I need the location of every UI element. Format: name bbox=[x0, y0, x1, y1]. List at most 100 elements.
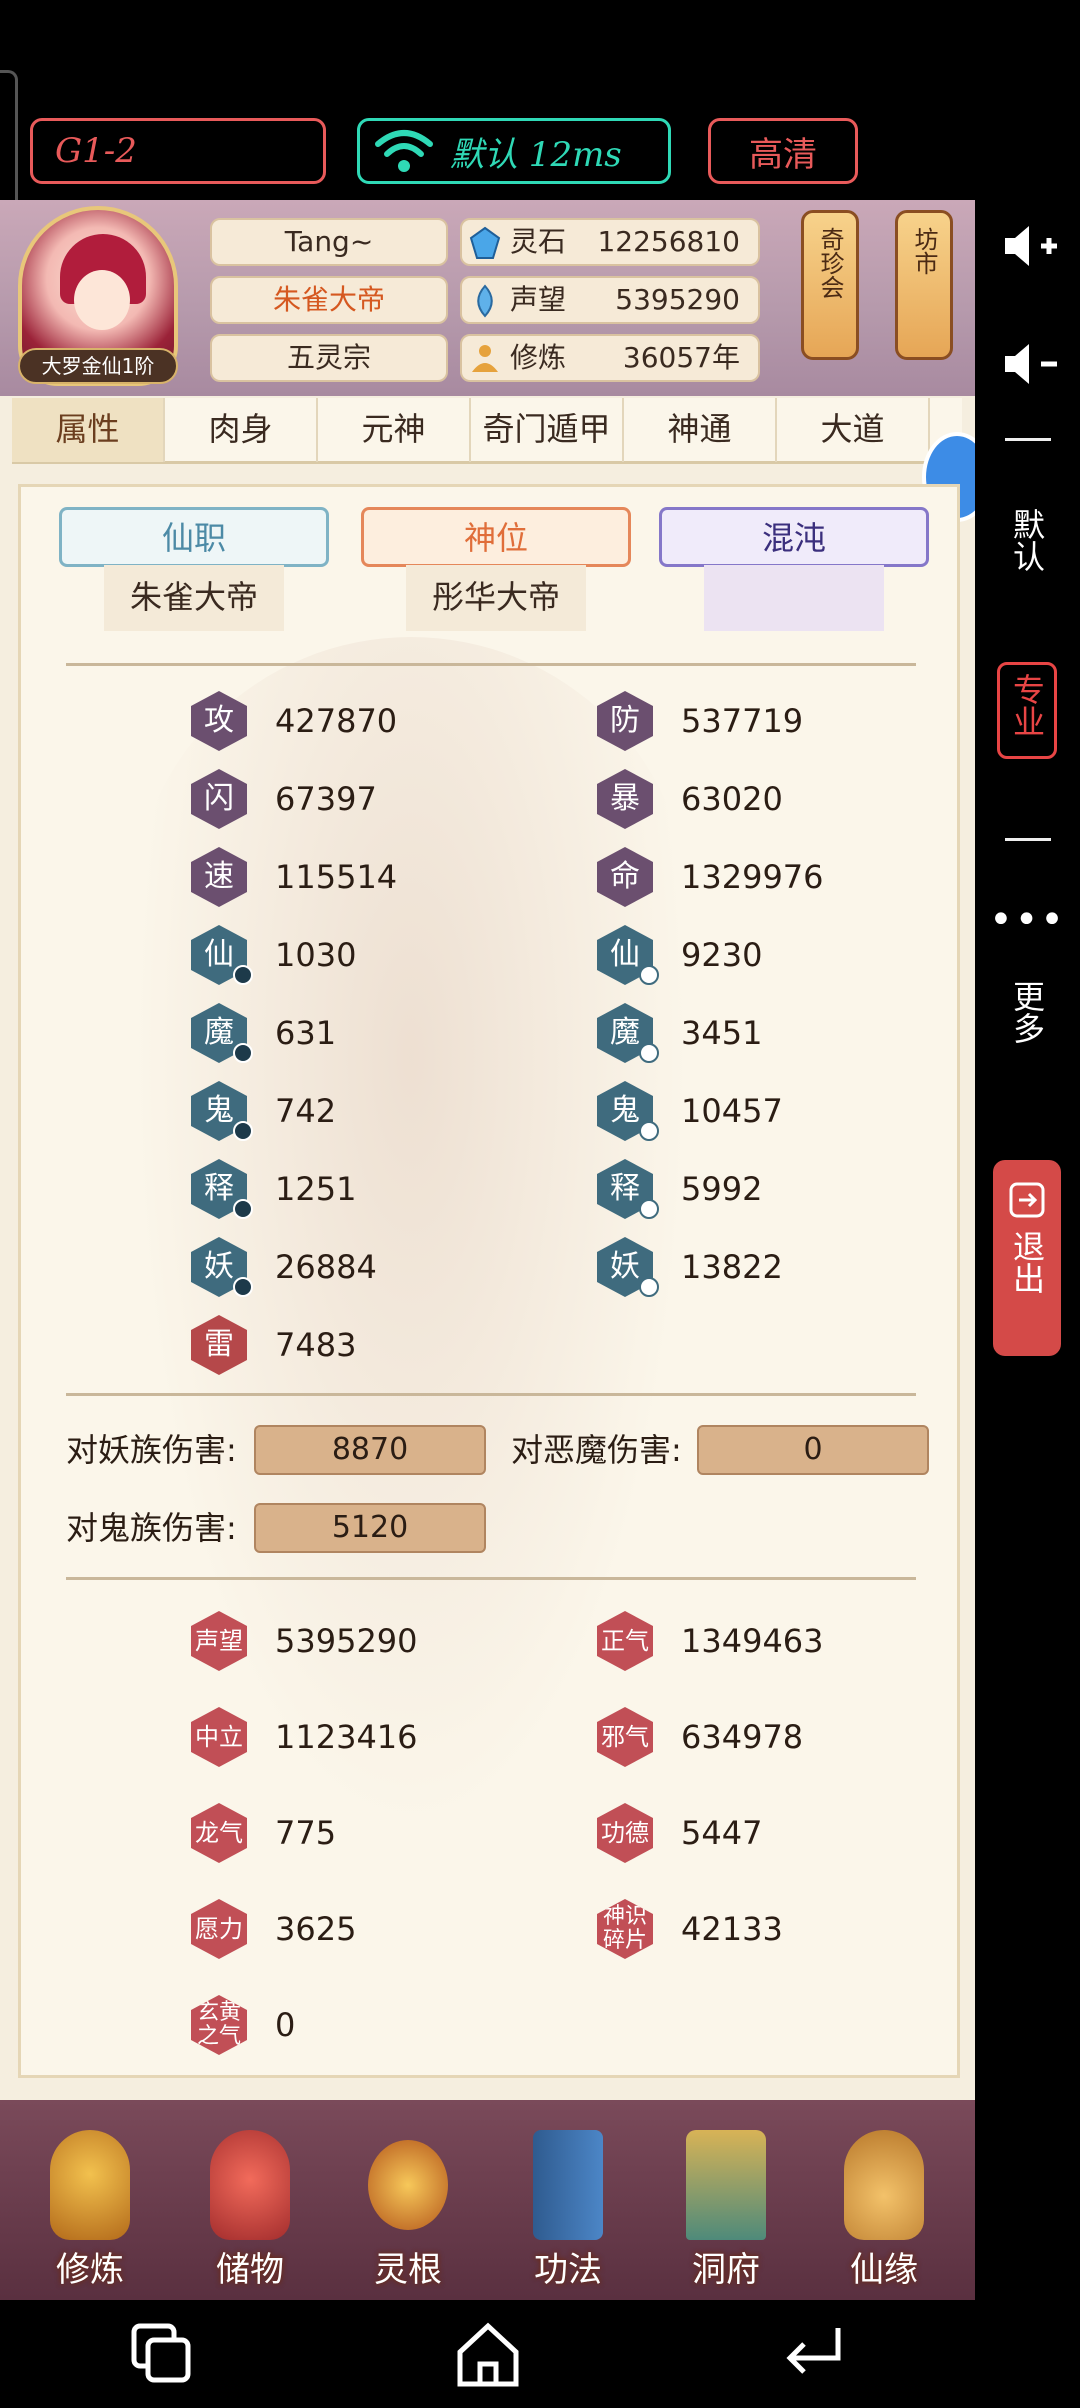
resource-label: 声望 bbox=[510, 283, 567, 316]
divine-post-banner: 神位 bbox=[361, 507, 631, 567]
exit-icon bbox=[1009, 1182, 1045, 1218]
player-title: 朱雀大帝 bbox=[210, 276, 448, 324]
attack-mark-icon bbox=[233, 1277, 253, 1297]
divine-post-value: 彤华大帝 bbox=[406, 565, 586, 631]
stat-value: 631 bbox=[275, 1014, 337, 1052]
menu-label: 仙缘 bbox=[850, 2250, 918, 2290]
tab-powers[interactable]: 神通 bbox=[624, 398, 777, 462]
spirit-root-icon bbox=[368, 2140, 448, 2230]
menu-label: 灵根 bbox=[374, 2250, 442, 2290]
tab-body[interactable]: 肉身 bbox=[165, 398, 318, 462]
stat-value: 3451 bbox=[681, 1014, 763, 1052]
tab-bar: 属性 肉身 元神 奇门遁甲 神通 大道 bbox=[12, 398, 962, 464]
server-chip[interactable]: G1-2 bbox=[30, 118, 326, 184]
recent-apps-icon[interactable] bbox=[122, 2318, 202, 2390]
chaos-banner: 混沌 bbox=[659, 507, 929, 567]
fate-gourd-icon bbox=[844, 2130, 924, 2240]
more-dots-icon[interactable]: ••• bbox=[975, 900, 1080, 940]
stat-value: 742 bbox=[275, 1092, 337, 1130]
xuanhuang-gem-icon: 玄黄之气 bbox=[191, 1995, 247, 2055]
vs-yao-value: 8870 bbox=[254, 1425, 486, 1475]
avatar-face bbox=[74, 270, 130, 330]
edge-drawer-handle[interactable] bbox=[0, 70, 18, 220]
soul-shard-gem-icon: 神识碎片 bbox=[597, 1899, 653, 1959]
resource-reputation: 声望 5395290 bbox=[460, 276, 760, 324]
bottom-menu: 修炼 储物 灵根 功法 洞府 仙缘 bbox=[0, 2100, 975, 2300]
stat-value: 5992 bbox=[681, 1170, 763, 1208]
immortal-post-banner: 仙职 bbox=[59, 507, 329, 567]
game-screen: 大罗金仙1阶 Tang~ 朱雀大帝 五灵宗 灵石 12256810 声望 539… bbox=[0, 200, 975, 2300]
attack-mark-icon bbox=[233, 1121, 253, 1141]
treasure-lantern-button[interactable]: 奇珍会 bbox=[801, 210, 859, 360]
defense-mark-icon bbox=[639, 1199, 659, 1219]
cave-house-icon bbox=[686, 2130, 766, 2240]
menu-cultivate[interactable]: 修炼 bbox=[20, 2120, 160, 2290]
wifi-icon bbox=[375, 130, 433, 172]
chaos-value bbox=[704, 565, 884, 631]
pro-mode-button[interactable]: 专业 bbox=[997, 662, 1057, 759]
market-lantern-button[interactable]: 坊市 bbox=[895, 210, 953, 360]
resource-value: 36057年 bbox=[622, 341, 740, 374]
defense-mark-icon bbox=[639, 965, 659, 985]
volume-down-icon[interactable] bbox=[975, 334, 1080, 394]
quality-chip[interactable]: 高清 bbox=[708, 118, 858, 184]
menu-spirit-root[interactable]: 灵根 bbox=[338, 2120, 478, 2290]
resource-label: 灵石 bbox=[510, 225, 567, 258]
quality-label: 高清 bbox=[749, 134, 817, 175]
menu-label: 洞府 bbox=[692, 2250, 760, 2290]
stat-value: 0 bbox=[275, 2006, 296, 2044]
stat-value: 63020 bbox=[681, 780, 783, 818]
home-icon[interactable] bbox=[448, 2318, 528, 2390]
rail-divider bbox=[1005, 838, 1051, 841]
defense-mark-icon bbox=[639, 1043, 659, 1063]
storage-bag-icon bbox=[210, 2130, 290, 2240]
attack-mark-icon bbox=[233, 965, 253, 985]
wish-power-gem-icon: 愿力 bbox=[191, 1899, 247, 1959]
menu-storage[interactable]: 储物 bbox=[180, 2120, 320, 2290]
resource-cultivation: 修炼 36057年 bbox=[460, 334, 760, 382]
defense-mark-icon bbox=[639, 1121, 659, 1141]
tab-qimen[interactable]: 奇门遁甲 bbox=[471, 398, 624, 462]
divider bbox=[66, 1577, 916, 1580]
menu-techniques[interactable]: 功法 bbox=[498, 2120, 638, 2290]
stat-value: 5395290 bbox=[275, 1622, 418, 1660]
exit-label: 退出 bbox=[1008, 1230, 1046, 1294]
volume-up-icon[interactable] bbox=[975, 216, 1080, 276]
stat-value: 67397 bbox=[275, 780, 377, 818]
back-icon[interactable] bbox=[774, 2318, 854, 2390]
resource-value: 5395290 bbox=[615, 283, 740, 316]
resource-spirit-stone: 灵石 12256810 bbox=[460, 218, 760, 266]
network-chip[interactable]: 默认 12ms bbox=[357, 118, 671, 184]
player-name: Tang~ bbox=[210, 218, 448, 266]
android-nav-bar bbox=[0, 2300, 1080, 2408]
menu-label: 储物 bbox=[216, 2250, 284, 2290]
menu-label: 功法 bbox=[534, 2250, 602, 2290]
more-button[interactable]: 更多 bbox=[1007, 980, 1047, 1044]
tab-spirit[interactable]: 元神 bbox=[318, 398, 471, 462]
player-header: 大罗金仙1阶 Tang~ 朱雀大帝 五灵宗 灵石 12256810 声望 539… bbox=[0, 200, 975, 396]
stat-value: 1251 bbox=[275, 1170, 357, 1208]
default-mode-button[interactable]: 默认 bbox=[1007, 508, 1047, 572]
defense-mark-icon bbox=[639, 1277, 659, 1297]
stat-value: 537719 bbox=[681, 702, 804, 740]
attributes-panel: 仙职 神位 混沌 朱雀大帝 彤华大帝 攻 427870 闪 67397 速 11551… bbox=[18, 484, 960, 2078]
menu-fate[interactable]: 仙缘 bbox=[814, 2120, 954, 2290]
stat-value: 634978 bbox=[681, 1718, 804, 1756]
stat-value: 10457 bbox=[681, 1092, 783, 1130]
tab-dao[interactable]: 大道 bbox=[777, 398, 930, 462]
divider bbox=[66, 663, 916, 666]
stat-value: 7483 bbox=[275, 1326, 357, 1364]
resource-value: 12256810 bbox=[597, 225, 740, 258]
tab-attributes[interactable]: 属性 bbox=[12, 398, 165, 462]
stat-value: 13822 bbox=[681, 1248, 783, 1286]
stat-value: 5447 bbox=[681, 1814, 763, 1852]
vs-demon-value: 0 bbox=[697, 1425, 929, 1475]
server-label: G1-2 bbox=[55, 131, 137, 171]
rail-divider bbox=[1005, 438, 1051, 441]
stat-value: 3625 bbox=[275, 1910, 357, 1948]
player-sect: 五灵宗 bbox=[210, 334, 448, 382]
exit-button[interactable]: 退出 bbox=[993, 1160, 1061, 1356]
reputation-icon bbox=[477, 284, 493, 318]
cultivation-icon bbox=[472, 345, 498, 372]
menu-cave[interactable]: 洞府 bbox=[656, 2120, 796, 2290]
